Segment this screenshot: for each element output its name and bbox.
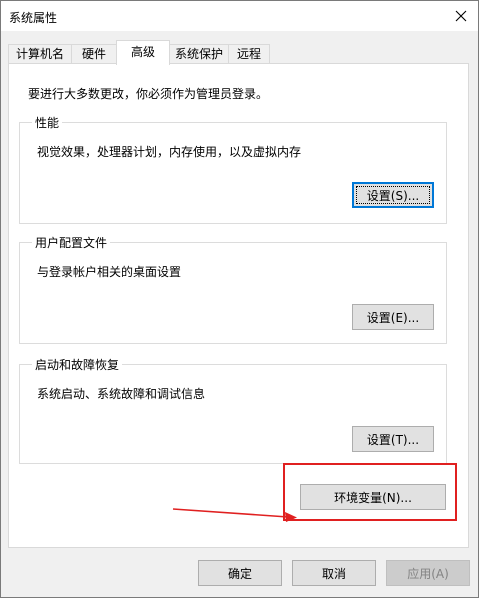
ok-button[interactable]: 确定 <box>198 560 282 586</box>
apply-button[interactable]: 应用(A) <box>386 560 470 586</box>
tab-advanced[interactable]: 高级 <box>116 40 170 65</box>
cancel-button[interactable]: 取消 <box>292 560 376 586</box>
annotation-arrow-icon <box>172 508 297 522</box>
